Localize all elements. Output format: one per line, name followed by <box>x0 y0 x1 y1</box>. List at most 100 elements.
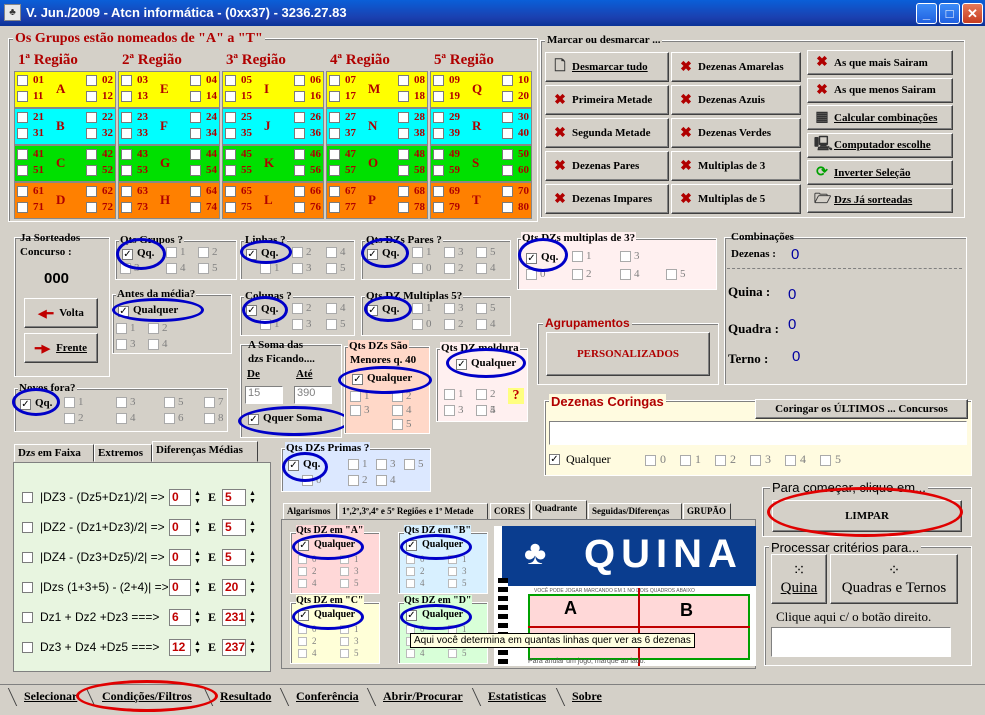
formula-from-spin[interactable]: 0 <box>169 519 204 536</box>
soma-ate-input[interactable]: 390 <box>294 386 332 404</box>
number-checkbox[interactable] <box>225 149 236 160</box>
option-checkbox[interactable] <box>198 247 209 258</box>
bottom-tab[interactable]: Estatisticas <box>488 689 546 704</box>
option-checkbox[interactable] <box>572 251 583 262</box>
quadrante-option-checkbox[interactable] <box>340 637 349 646</box>
center-tab[interactable]: Algarismos <box>283 503 337 520</box>
number-checkbox[interactable] <box>398 128 409 139</box>
bottom-tab[interactable]: Conferência <box>296 689 359 704</box>
quadrante-option-checkbox[interactable] <box>448 567 457 576</box>
option-checkbox[interactable] <box>444 247 455 258</box>
number-checkbox[interactable] <box>121 149 132 160</box>
coringar-button[interactable]: Coringar os ÚLTIMOS ... Concursos <box>755 399 968 419</box>
number-checkbox[interactable] <box>225 128 236 139</box>
option-checkbox[interactable] <box>292 263 303 274</box>
number-checkbox[interactable] <box>329 186 340 197</box>
marcar-button[interactable]: 🗋 Desmarcar tudo <box>545 52 669 82</box>
number-checkbox[interactable] <box>502 165 513 176</box>
number-checkbox[interactable] <box>294 149 305 160</box>
number-checkbox[interactable] <box>121 165 132 176</box>
formula-to-spin[interactable]: 20 <box>222 579 259 596</box>
coringas-option-checkbox[interactable] <box>645 455 656 466</box>
number-checkbox[interactable] <box>225 112 236 123</box>
number-checkbox[interactable] <box>433 112 444 123</box>
number-checkbox[interactable] <box>398 75 409 86</box>
marcar-button[interactable]: ✖ Primeira Metade <box>545 85 669 115</box>
number-checkbox[interactable] <box>17 202 28 213</box>
frente-button[interactable]: ━▶ Frente <box>24 333 98 363</box>
number-checkbox[interactable] <box>225 165 236 176</box>
number-checkbox[interactable] <box>17 186 28 197</box>
option-checkbox[interactable] <box>476 247 487 258</box>
number-checkbox[interactable] <box>294 91 305 102</box>
formula-from-spin[interactable]: 0 <box>169 579 204 596</box>
number-checkbox[interactable] <box>294 75 305 86</box>
left-tab[interactable]: Extremos <box>94 444 152 462</box>
volta-button[interactable]: ◀━ Volta <box>24 298 98 328</box>
number-checkbox[interactable] <box>190 91 201 102</box>
bottom-tab[interactable]: Sobre <box>572 689 602 704</box>
number-checkbox[interactable] <box>329 202 340 213</box>
marcar-button[interactable]: ✖ Multiplas de 3 <box>671 151 801 181</box>
option-checkbox[interactable] <box>350 391 361 402</box>
close-button[interactable]: ✕ <box>962 3 983 24</box>
coringas-option-checkbox[interactable] <box>715 455 726 466</box>
number-checkbox[interactable] <box>433 75 444 86</box>
number-checkbox[interactable] <box>398 91 409 102</box>
option-checkbox[interactable] <box>476 303 487 314</box>
option-checkbox[interactable] <box>166 263 177 274</box>
number-checkbox[interactable] <box>225 91 236 102</box>
quadrante-option-checkbox[interactable] <box>340 567 349 576</box>
formula-from-spin[interactable]: 0 <box>169 549 204 566</box>
center-tab[interactable]: Quadrante <box>531 500 587 520</box>
coringas-option-checkbox[interactable] <box>785 455 796 466</box>
center-tab[interactable]: GRUPÃO <box>683 503 731 520</box>
option-checkbox[interactable] <box>204 397 215 408</box>
number-checkbox[interactable] <box>398 165 409 176</box>
option-checkbox[interactable] <box>204 413 215 424</box>
number-checkbox[interactable] <box>86 202 97 213</box>
number-checkbox[interactable] <box>17 165 28 176</box>
formula-checkbox[interactable] <box>22 522 33 533</box>
number-checkbox[interactable] <box>502 128 513 139</box>
quadrante-option-checkbox[interactable] <box>298 637 307 646</box>
left-tab[interactable]: Dzs em Faixa <box>14 444 94 462</box>
number-checkbox[interactable] <box>398 186 409 197</box>
marcar-button[interactable]: ▦ Calcular combinações <box>807 105 953 130</box>
number-checkbox[interactable] <box>294 165 305 176</box>
option-checkbox[interactable] <box>444 263 455 274</box>
formula-from-spin[interactable]: 12 <box>169 639 204 656</box>
formula-from-spin[interactable]: 0 <box>169 489 204 506</box>
number-checkbox[interactable] <box>121 128 132 139</box>
formula-checkbox[interactable] <box>22 612 33 623</box>
option-checkbox[interactable] <box>412 247 423 258</box>
option-checkbox[interactable] <box>376 459 387 470</box>
number-checkbox[interactable] <box>17 149 28 160</box>
option-checkbox[interactable] <box>444 319 455 330</box>
option-checkbox[interactable] <box>444 389 455 400</box>
option-checkbox[interactable] <box>292 247 303 258</box>
number-checkbox[interactable] <box>294 186 305 197</box>
number-checkbox[interactable] <box>398 149 409 160</box>
processar-field[interactable] <box>771 627 951 657</box>
number-checkbox[interactable] <box>86 75 97 86</box>
option-checkbox[interactable] <box>476 263 487 274</box>
minimize-button[interactable]: _ <box>916 3 937 24</box>
option-checkbox[interactable] <box>476 319 487 330</box>
formula-to-spin[interactable]: 231 <box>222 609 259 626</box>
number-checkbox[interactable] <box>190 165 201 176</box>
processar-quadras-button[interactable]: ⁘ Quadras e Ternos <box>830 554 958 604</box>
number-checkbox[interactable] <box>502 186 513 197</box>
coringas-option-checkbox[interactable] <box>680 455 691 466</box>
option-checkbox[interactable] <box>116 339 127 350</box>
formula-to-spin[interactable]: 5 <box>222 489 259 506</box>
number-checkbox[interactable] <box>433 202 444 213</box>
marcar-button[interactable]: ✖ Dezenas Azuis <box>671 85 801 115</box>
option-checkbox[interactable] <box>198 263 209 274</box>
option-checkbox[interactable] <box>116 397 127 408</box>
coringas-option-checkbox[interactable] <box>820 455 831 466</box>
quadrante-option-checkbox[interactable] <box>448 579 457 588</box>
number-checkbox[interactable] <box>329 165 340 176</box>
number-checkbox[interactable] <box>86 128 97 139</box>
quadrante-option-checkbox[interactable] <box>298 649 307 658</box>
